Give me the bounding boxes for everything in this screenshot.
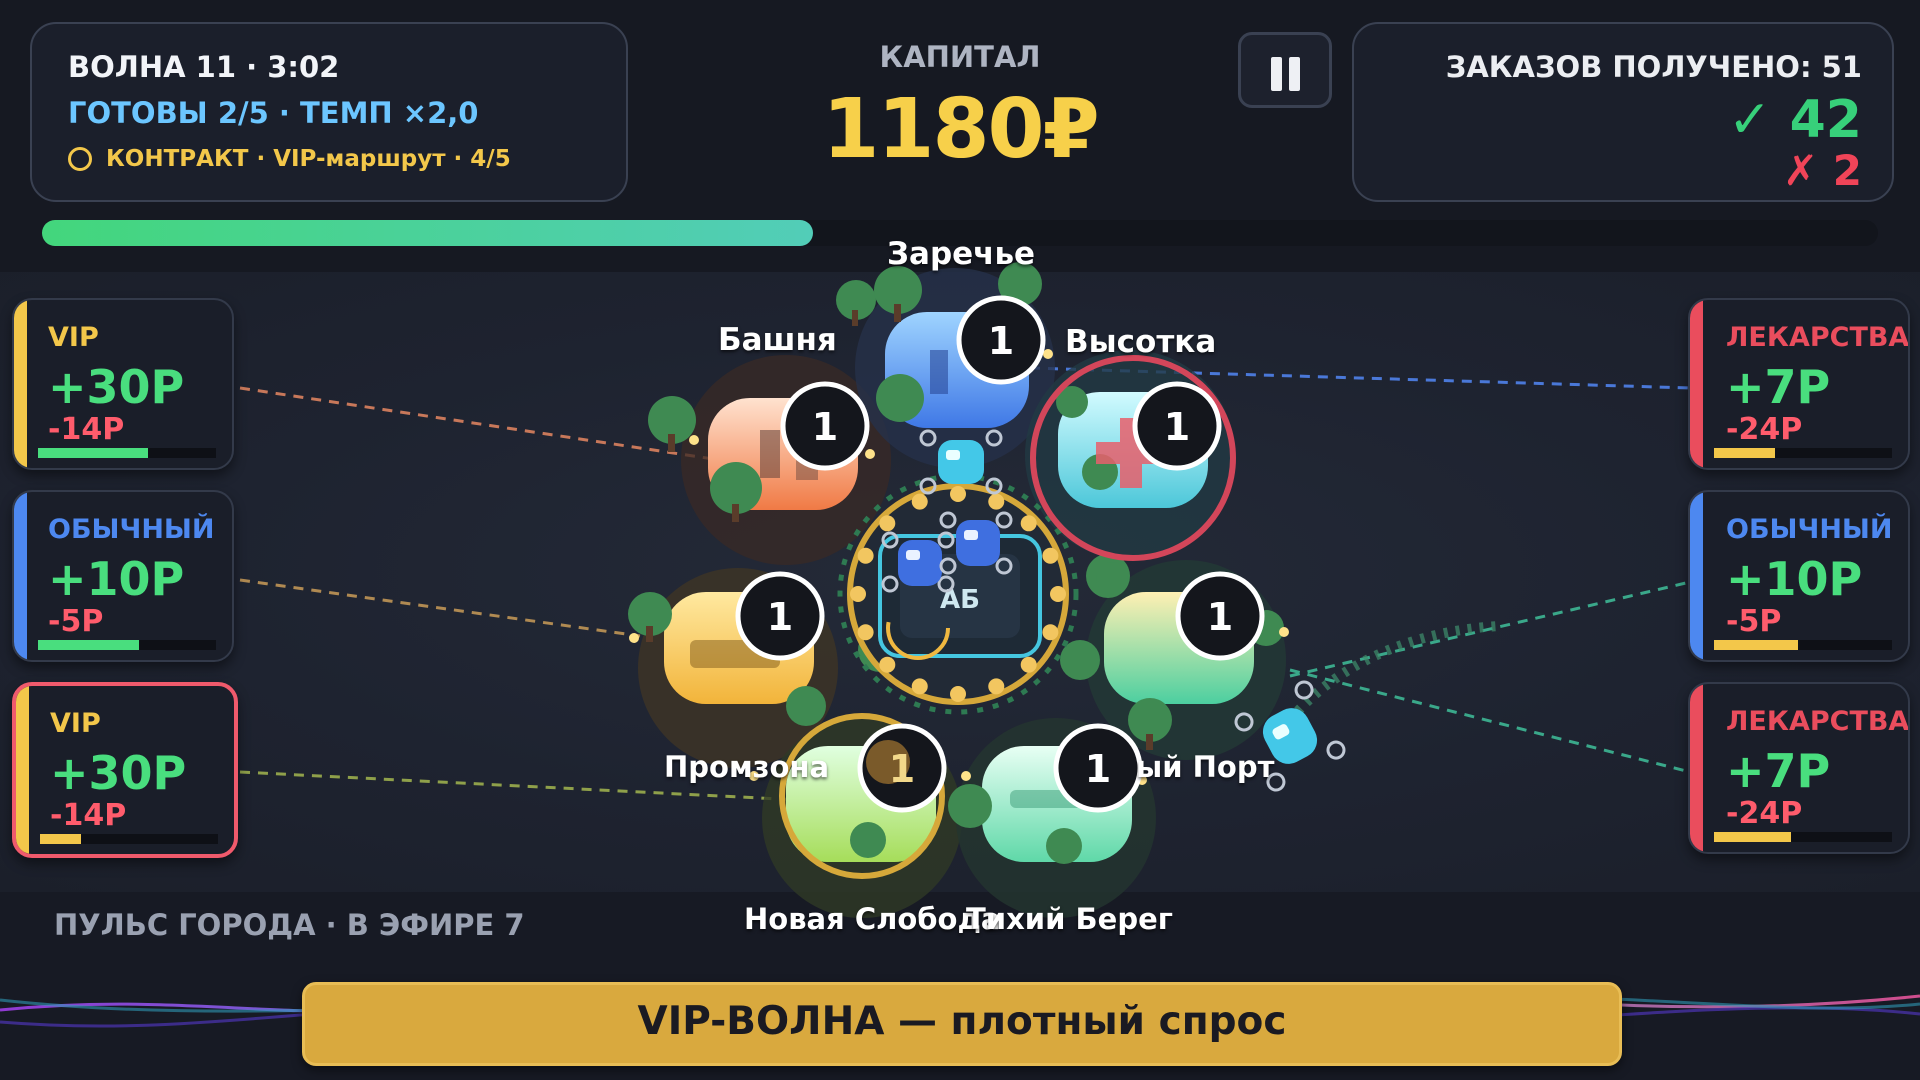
svg-text:1: 1 — [1164, 405, 1190, 449]
order-timer — [40, 834, 218, 844]
hub-charge-dot — [950, 486, 966, 502]
order-penalty: -24Р — [1726, 796, 1803, 831]
order-type: VIP — [48, 322, 99, 353]
card-accent — [14, 492, 27, 660]
district-label-promzona: Промзона — [664, 750, 830, 784]
order-reward: +30Р — [48, 360, 185, 414]
order-penalty: -14Р — [48, 412, 125, 447]
order-reward: +10Р — [1726, 552, 1863, 606]
card-accent — [1690, 684, 1703, 852]
hub-charge-dot — [1042, 547, 1059, 564]
hub-charge-dot — [879, 515, 896, 532]
district-label-tikhiy-bereg: Тихий Берег — [966, 902, 1173, 936]
hub-charge-dot — [988, 678, 1005, 695]
card-accent — [14, 300, 27, 468]
order-type: ЛЕКАРСТВА — [1726, 706, 1910, 737]
route-line — [1289, 668, 1691, 774]
svg-text:1: 1 — [1085, 747, 1111, 791]
card-accent — [1690, 300, 1703, 468]
order-card-right-2[interactable]: ОБЫЧНЫЙ +10Р -5Р — [1688, 490, 1910, 662]
svg-text:1: 1 — [889, 747, 915, 791]
order-card-left-3[interactable]: VIP +30Р -14Р — [12, 682, 238, 858]
hub-charge-dot — [950, 686, 966, 702]
order-type: ОБЫЧНЫЙ — [48, 514, 215, 545]
order-timer — [38, 448, 216, 458]
hub-charge-dot — [850, 586, 866, 602]
order-timer — [38, 640, 216, 650]
order-card-right-3[interactable]: ЛЕКАРСТВА +7Р -24Р — [1688, 682, 1910, 854]
svg-text:1: 1 — [812, 405, 838, 449]
order-penalty: -24Р — [1726, 412, 1803, 447]
hub-charge-dot — [1020, 656, 1037, 673]
order-penalty: -14Р — [50, 798, 127, 833]
hub-charge-dot — [857, 547, 874, 564]
route-line — [239, 386, 721, 462]
card-accent — [16, 686, 29, 854]
hub-charge-dot — [1042, 624, 1059, 641]
route-line — [1289, 580, 1691, 678]
event-banner: VIP-ВОЛНА — плотный спрос — [302, 982, 1622, 1066]
order-timer — [1714, 832, 1892, 842]
order-timer — [1714, 640, 1892, 650]
order-timer — [1714, 448, 1892, 458]
city-pulse-label: ПУЛЬС ГОРОДА · В ЭФИРЕ 7 — [54, 908, 525, 942]
order-type: ОБЫЧНЫЙ — [1726, 514, 1893, 545]
badge-novaya-sloboda: 1 — [857, 723, 947, 813]
badge-bashnya: 1 — [780, 381, 870, 471]
order-reward: +7Р — [1726, 744, 1831, 798]
order-timer-fill — [38, 448, 149, 458]
hub-charge-dot — [911, 493, 928, 510]
district-label-zarechye: Заречье — [887, 236, 1036, 272]
hub-charge-dot — [879, 656, 896, 673]
card-accent — [1690, 492, 1703, 660]
hub-charge-dot — [1020, 515, 1037, 532]
badge-port: 1 — [1175, 571, 1265, 661]
hub-charge-dot — [857, 624, 874, 641]
order-reward: +30Р — [50, 746, 187, 800]
hub-charge-dot — [988, 493, 1005, 510]
order-type: ЛЕКАРСТВА — [1726, 322, 1910, 353]
order-timer-fill — [1714, 448, 1775, 458]
order-card-right-1[interactable]: ЛЕКАРСТВА +7Р -24Р — [1688, 298, 1910, 470]
district-label-port: ый Порт — [1136, 750, 1275, 784]
svg-text:1: 1 — [988, 319, 1014, 363]
order-timer-fill — [1714, 832, 1791, 842]
event-banner-text: VIP-ВОЛНА — плотный спрос — [637, 999, 1287, 1044]
order-penalty: -5Р — [48, 604, 104, 639]
badge-promzona: 1 — [735, 571, 825, 661]
hub-charge-dot — [1050, 586, 1066, 602]
badge-zarechye: 1 — [956, 295, 1046, 385]
order-card-left-2[interactable]: ОБЫЧНЫЙ +10Р -5Р — [12, 490, 234, 662]
svg-text:1: 1 — [1207, 595, 1233, 639]
order-reward: +7Р — [1726, 360, 1831, 414]
order-timer-fill — [40, 834, 81, 844]
order-type: VIP — [50, 708, 101, 739]
order-timer-fill — [38, 640, 140, 650]
district-label-bashnya: Башня — [718, 322, 837, 358]
hub-charge-dot — [911, 678, 928, 695]
district-label-novaya-sloboda: Новая Слобода — [744, 902, 1001, 936]
badge-tikhiy-bereg: 1 — [1053, 723, 1143, 813]
svg-text:1: 1 — [767, 595, 793, 639]
drone-trail — [1286, 621, 1501, 724]
badge-vysotka: 1 — [1132, 381, 1222, 471]
order-card-left-1[interactable]: VIP +30Р -14Р — [12, 298, 234, 470]
order-reward: +10Р — [48, 552, 185, 606]
game-screen: ВОЛНА 11 · 3:02 ГОТОВЫ 2/5 · ТЕМП ×2,0 К… — [0, 0, 1920, 1080]
route-line — [239, 578, 641, 638]
order-timer-fill — [1714, 640, 1798, 650]
district-label-vysotka: Высотка — [1065, 324, 1217, 360]
order-penalty: -5Р — [1726, 604, 1782, 639]
